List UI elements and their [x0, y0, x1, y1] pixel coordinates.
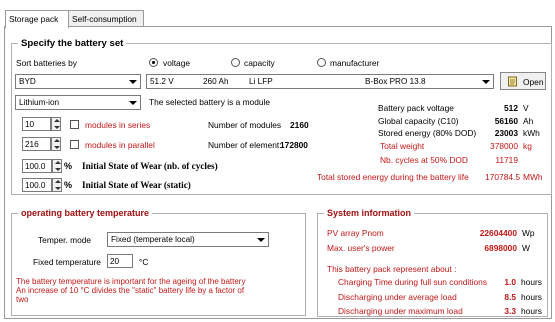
wear-static-label: Initial State of Wear (static): [82, 180, 191, 190]
fixed-temperature-label: Fixed temperature: [33, 257, 101, 267]
system-row-label: Charging Time during full sun conditions: [338, 277, 487, 287]
model-name: B-Box PRO 13.8: [365, 77, 426, 86]
wear-cycles-spinner[interactable]: [52, 159, 62, 173]
stat-unit: kWh: [523, 128, 540, 138]
wear-static-spinner[interactable]: [52, 178, 62, 192]
sort-voltage-radio[interactable]: [149, 58, 158, 67]
group-title: Specify the battery set: [18, 38, 127, 49]
series-value: 10: [25, 120, 35, 129]
system-row-value: 3.3: [504, 306, 516, 316]
sort-manufacturer-label: manufacturer: [330, 58, 380, 68]
chevron-down-icon: [479, 75, 493, 88]
tab-label: Self-consumption: [72, 14, 137, 24]
max-power-label: Max. user's power: [327, 243, 395, 253]
pv-array-label: PV array Pnom: [327, 228, 384, 238]
system-row-label: Discharging under average load: [338, 292, 457, 302]
sort-manufacturer-radio[interactable]: [317, 58, 326, 67]
manufacturer-value: BYD: [19, 77, 36, 86]
sort-capacity-label: capacity: [244, 58, 275, 68]
wear-static-input[interactable]: 100.0: [22, 178, 52, 192]
parallel-spinner[interactable]: [51, 137, 61, 151]
system-row-unit: hours: [521, 277, 542, 287]
max-power-unit: W: [522, 243, 530, 253]
temperature-note-line2: An increase of 10 °C divides the "static…: [16, 286, 245, 295]
model-chemistry: Li LFP: [249, 77, 273, 86]
open-button-label: Open: [523, 77, 544, 87]
fixed-temperature-value: 20: [110, 257, 120, 266]
manufacturer-select[interactable]: BYD: [15, 74, 141, 89]
chevron-down-icon: [254, 233, 268, 246]
chevron-down-icon: [126, 96, 140, 109]
num-modules-value: 2160: [290, 120, 309, 130]
fixed-temperature-unit: °C: [139, 257, 149, 267]
temperature-note-line3: two: [16, 295, 29, 304]
pv-array-unit: Wp: [522, 228, 535, 238]
technology-select[interactable]: Lithium-ion: [15, 95, 141, 110]
wear-cycles-input[interactable]: 100.0: [22, 159, 52, 173]
num-modules-label: Number of modules: [208, 120, 282, 130]
num-elements-label: Number of element:: [208, 140, 282, 150]
represent-label: This battery pack represent about :: [327, 264, 457, 274]
total-stored-label: Total stored energy during the battery l…: [317, 172, 469, 182]
system-row-label: Discharging under maximum load: [338, 306, 463, 316]
temperature-note-line1: The battery temperature is important for…: [16, 277, 246, 286]
system-row-unit: hours: [521, 306, 542, 316]
temper-mode-label: Temper. mode: [38, 235, 92, 245]
temper-mode-value: Fixed (temperate local): [111, 235, 195, 244]
series-label: modules in series: [85, 120, 151, 130]
tab-storage-pack[interactable]: Storage pack: [5, 10, 69, 28]
stat-value: 11719: [495, 155, 518, 165]
max-power-value: 6898000: [484, 243, 517, 253]
system-row-value: 1.0: [504, 277, 516, 287]
stat-unit: V: [523, 103, 529, 113]
chevron-down-icon: [126, 75, 140, 88]
stat-label: Battery pack voltage: [378, 103, 454, 113]
stat-label: Global capacity (C10): [378, 116, 459, 126]
system-row-unit: hours: [521, 292, 542, 302]
temper-mode-select[interactable]: Fixed (temperate local): [107, 232, 269, 247]
parallel-input[interactable]: 216: [22, 137, 51, 151]
parallel-checkbox[interactable]: [70, 140, 79, 149]
num-elements-value: 172800: [280, 140, 308, 150]
system-row-value: 8.5: [504, 292, 516, 302]
sort-capacity-radio[interactable]: [231, 58, 240, 67]
stat-value: 56160: [494, 116, 518, 126]
model-voltage: 51.2 V: [150, 77, 174, 86]
total-stored-unit: MWh: [523, 172, 543, 182]
wear-static-unit: %: [64, 180, 73, 190]
tab-label: Storage pack: [9, 14, 59, 24]
stat-label: Total weight: [380, 141, 425, 151]
parallel-label: modules in parallel: [85, 140, 155, 150]
stat-unit: Ah: [523, 116, 534, 126]
sort-label: Sort batteries by: [16, 58, 77, 68]
series-spinner[interactable]: [51, 117, 61, 131]
model-capacity: 260 Ah: [203, 77, 229, 86]
total-stored-value: 170784.5: [485, 172, 520, 182]
technology-value: Lithium-ion: [19, 98, 60, 107]
group-title: System information: [324, 208, 415, 218]
wear-cycles-unit: %: [64, 161, 73, 171]
wear-static-value: 100.0: [25, 181, 46, 190]
pv-array-value: 22604400: [479, 228, 517, 238]
tab-self-consumption[interactable]: Self-consumption: [68, 10, 144, 27]
group-title: operating battery temperature: [18, 208, 153, 218]
battery-model-select[interactable]: 51.2 V 260 Ah Li LFP B-Box PRO 13.8: [146, 74, 494, 89]
stat-value: 378000: [490, 141, 518, 151]
parallel-value: 216: [25, 140, 39, 149]
stat-value: 512: [504, 103, 518, 113]
fixed-temperature-input[interactable]: 20: [107, 254, 133, 268]
stat-label: Nb. cycles at 50% DOD: [380, 155, 468, 165]
open-button[interactable]: Open: [500, 72, 546, 90]
wear-cycles-label: Initial State of Wear (nb. of cycles): [82, 161, 218, 171]
stat-value: 23003: [494, 128, 518, 138]
series-input[interactable]: 10: [22, 117, 51, 131]
open-file-icon: [508, 76, 517, 87]
stat-unit: kg: [523, 141, 532, 151]
module-note: The selected battery is a module: [149, 97, 271, 107]
wear-cycles-value: 100.0: [25, 162, 46, 171]
sort-voltage-label: voltage: [163, 58, 191, 68]
series-checkbox[interactable]: [70, 120, 79, 129]
